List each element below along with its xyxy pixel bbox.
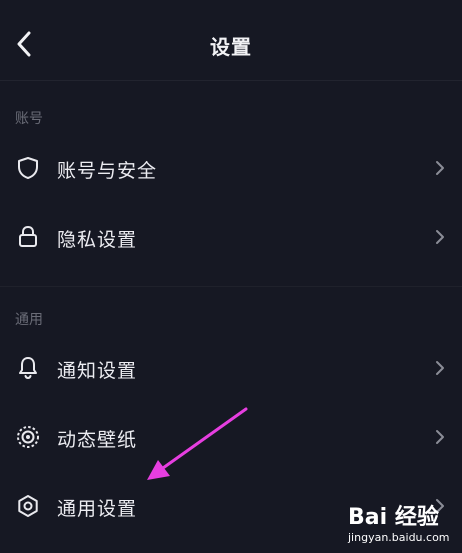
settings-row-notifications[interactable]: 通知设置 <box>0 334 462 402</box>
settings-row-live-wallpaper[interactable]: 动态壁纸 <box>0 403 462 471</box>
section-label-general: 通用 <box>15 312 43 328</box>
lock-icon <box>19 225 37 247</box>
settings-row-label: 动态壁纸 <box>57 429 138 451</box>
header: 设置 <box>0 8 462 81</box>
baidu-jingyan-watermark: Bai 经验 jingyan.baidu.com <box>342 497 458 549</box>
bell-icon <box>19 357 37 380</box>
shield-icon <box>18 157 38 179</box>
section-divider <box>0 286 462 287</box>
wallpaper-icon <box>17 426 39 448</box>
chevron-right-icon <box>436 430 444 444</box>
page-title: 设置 <box>210 35 252 59</box>
settings-row-label: 通用设置 <box>57 498 138 520</box>
status-bar <box>0 0 462 8</box>
settings-row-label: 隐私设置 <box>57 229 138 251</box>
settings-row-account-security[interactable]: 账号与安全 <box>0 134 462 202</box>
settings-row-label: 通知设置 <box>57 360 138 382</box>
gear-icon <box>18 495 38 517</box>
settings-row-privacy[interactable]: 隐私设置 <box>0 203 462 271</box>
watermark-brand: Bai 经验 <box>348 505 439 530</box>
chevron-right-icon <box>436 230 444 244</box>
section-label-account: 账号 <box>15 111 43 127</box>
settings-row-label: 账号与安全 <box>57 160 158 182</box>
chevron-right-icon <box>436 361 444 375</box>
watermark-url: jingyan.baidu.com <box>348 531 450 544</box>
chevron-right-icon <box>436 161 444 175</box>
